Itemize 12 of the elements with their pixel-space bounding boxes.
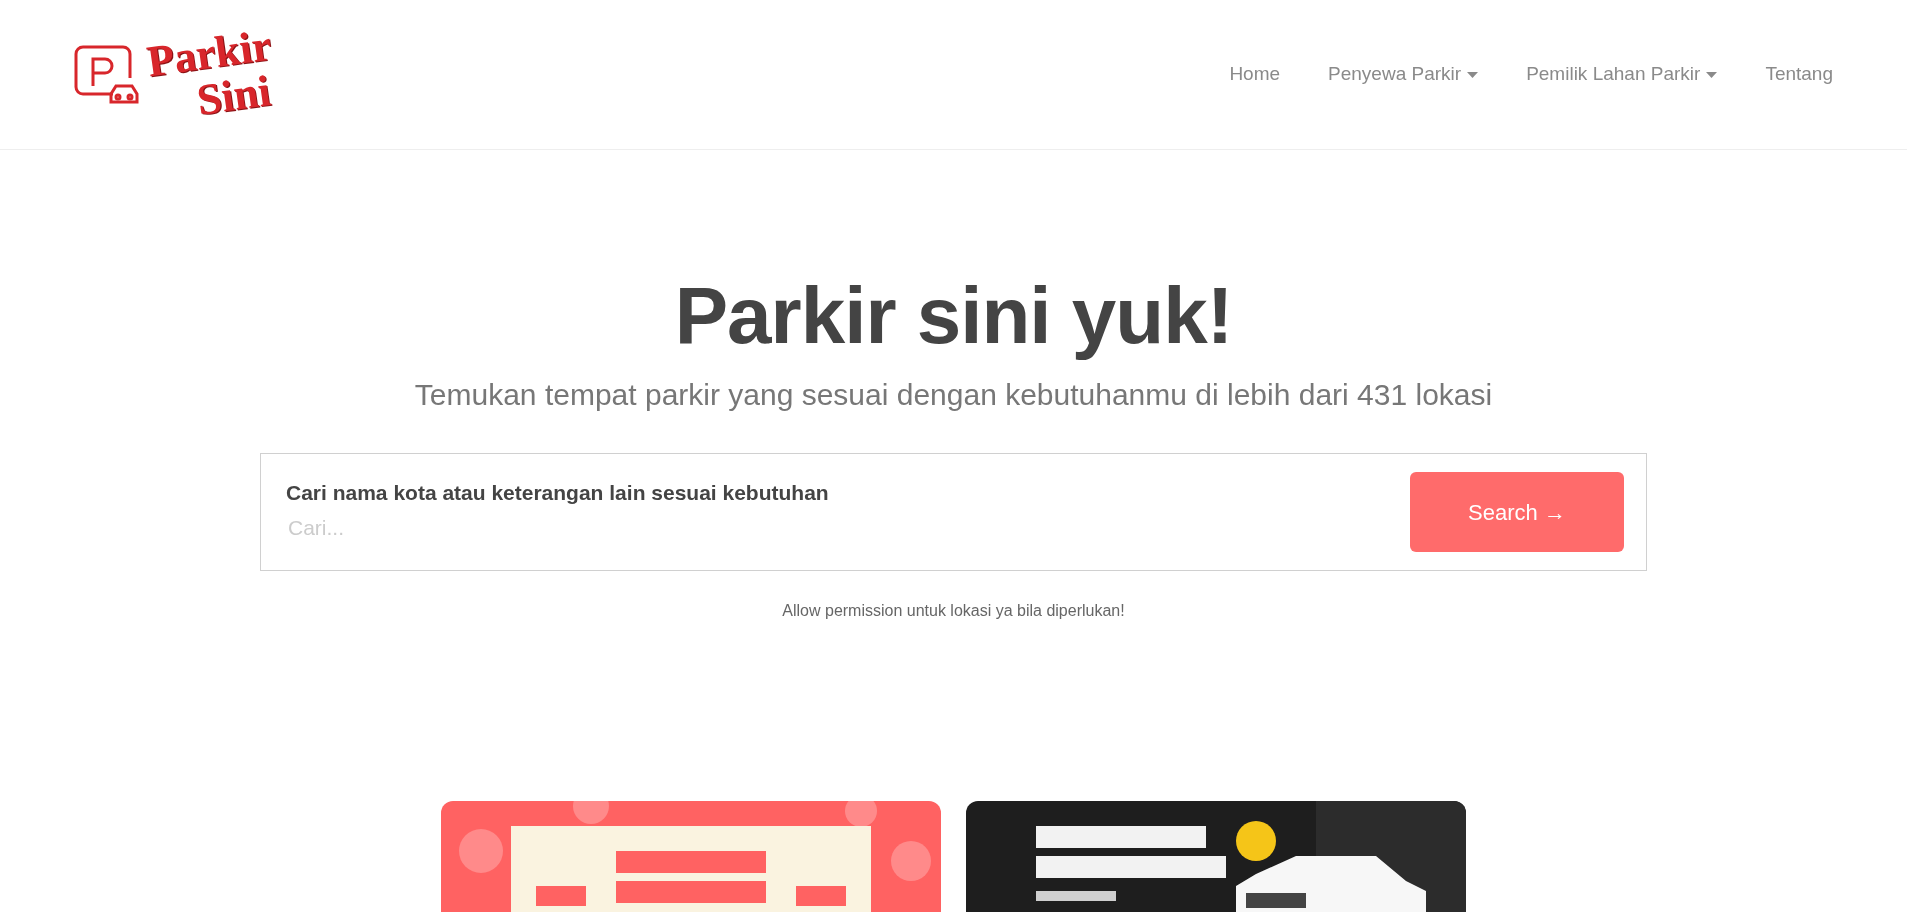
parking-car-icon[interactable] xyxy=(73,43,139,106)
hero-title: Parkir sini yuk! xyxy=(673,270,1234,362)
nav-dropdown[interactable]: Pemilik Lahan Parkir xyxy=(1502,60,1742,89)
nav-dropdown[interactable]: Penyewa Parkir xyxy=(1304,60,1503,89)
nav-link[interactable]: Home xyxy=(1205,60,1305,89)
search-button[interactable]: Search → xyxy=(1410,472,1624,552)
caret-icon xyxy=(1706,72,1718,79)
nav-link[interactable]: Tentang xyxy=(1741,60,1857,89)
search-label: Cari nama kota atau keterangan lain sesuai kebutuhan xyxy=(286,479,830,506)
hero-subtitle: Temukan tempat parkir yang sesuai dengan kebutuhanmu di lebih dari 431 lokasi xyxy=(413,377,1494,413)
permission-note: Allow permission untuk lokasi ya bila diperlukan! xyxy=(781,601,1126,621)
caret-icon xyxy=(1467,72,1479,79)
